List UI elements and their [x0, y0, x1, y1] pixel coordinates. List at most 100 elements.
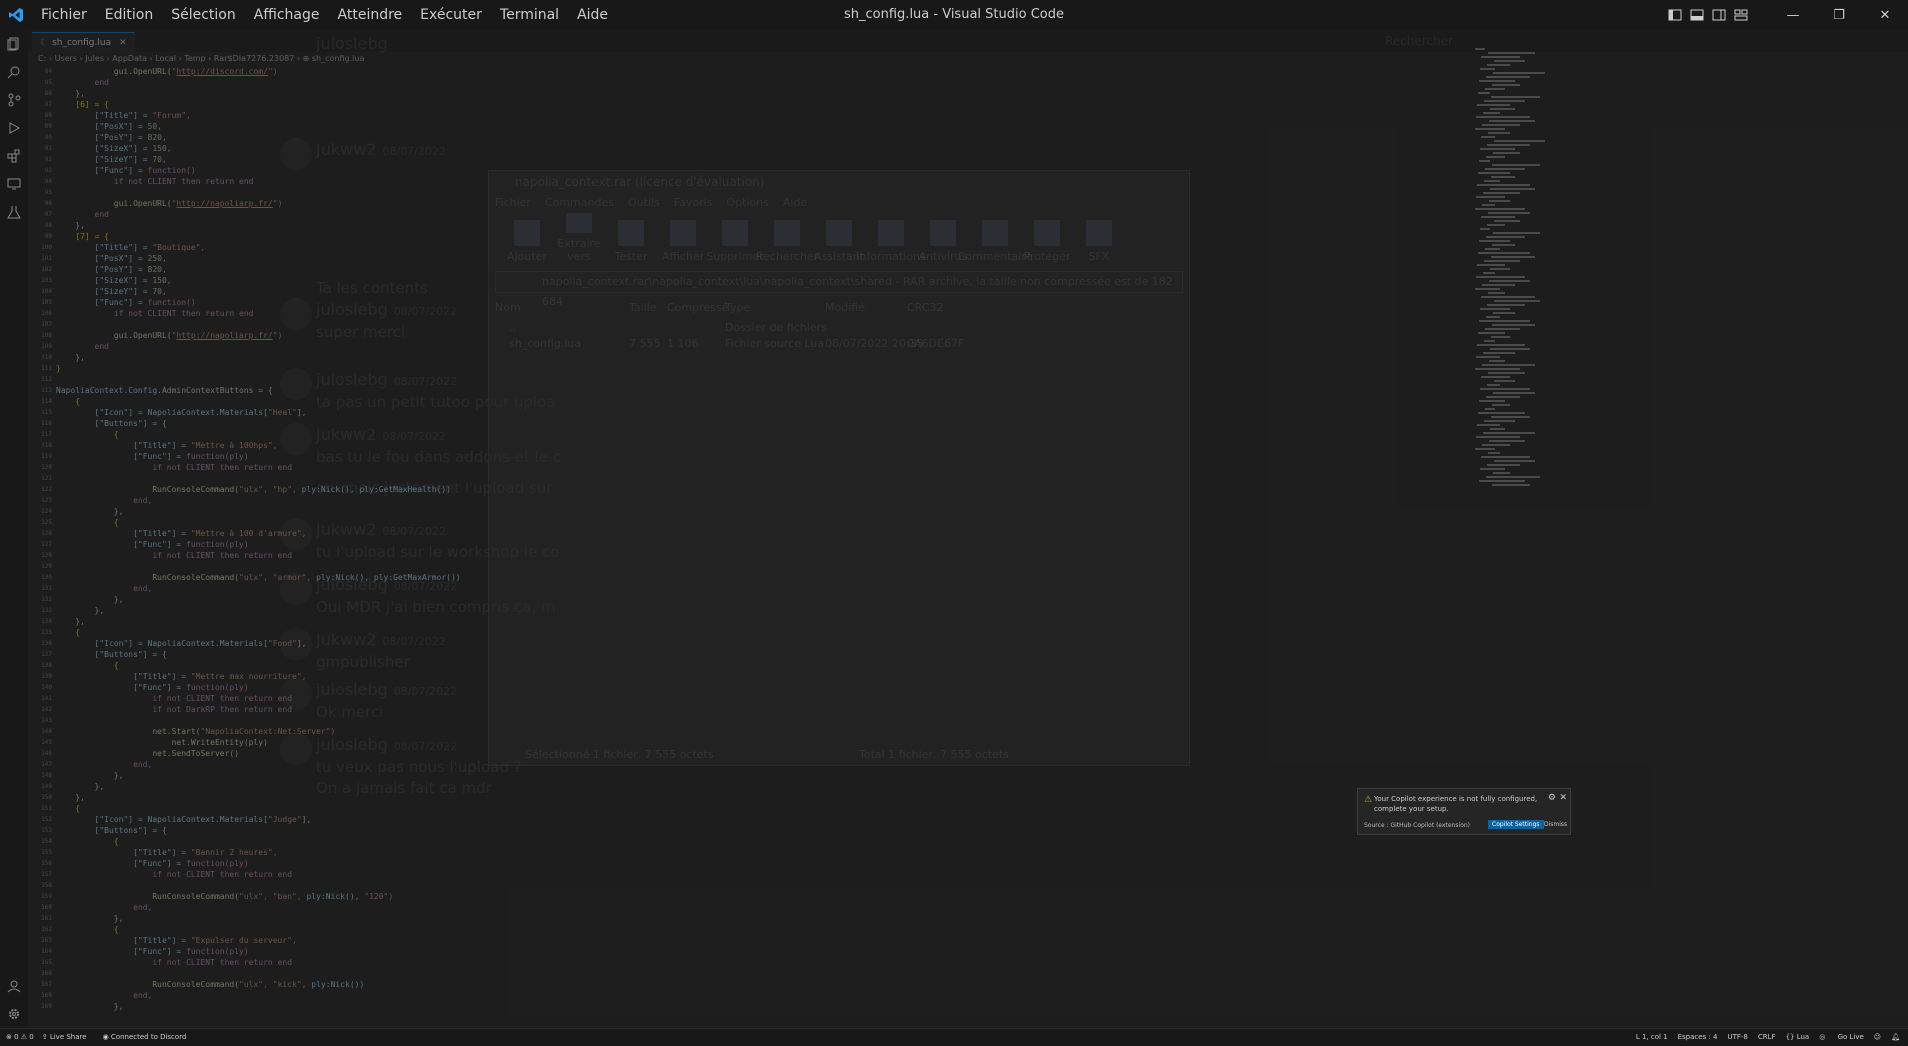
code-line[interactable]: { [56, 660, 461, 671]
code-line[interactable]: end, [56, 990, 461, 1001]
customize-layout-icon[interactable] [1730, 0, 1752, 30]
code-line[interactable]: ["Func"] = function() [56, 297, 461, 308]
code-line[interactable]: ["PosY"] = 820, [56, 132, 461, 143]
code-line[interactable] [56, 715, 461, 726]
code-line[interactable]: if not CLIENT then return end [56, 462, 461, 473]
code-line[interactable]: }, [56, 220, 461, 231]
menu-item-7[interactable]: Aide [568, 0, 617, 30]
code-line[interactable]: }, [56, 913, 461, 924]
code-line[interactable]: RunConsoleCommand("ulx", "armor", ply:Ni… [56, 572, 460, 583]
code-line[interactable]: net.Start("NapoliaContext:Net:Server") [56, 726, 461, 737]
code-line[interactable]: }, [56, 792, 461, 803]
code-line[interactable]: }, [56, 88, 461, 99]
code-line[interactable]: [6] = { [56, 99, 461, 110]
code-line[interactable]: ["SizeY"] = 70, [56, 286, 461, 297]
code-line[interactable]: RunConsoleCommand("ulx", "kick", ply:Nic… [56, 979, 461, 990]
code-line[interactable]: ["SizeX"] = 150, [56, 275, 461, 286]
code-line[interactable]: }, [56, 352, 461, 363]
code-line[interactable]: RunConsoleCommand("ulx", "ban", ply:Nick… [56, 891, 461, 902]
code-line[interactable]: if not CLIENT then return end [56, 550, 461, 561]
code-line[interactable]: ["Func"] = function(ply) [56, 539, 461, 550]
copilot-status-icon[interactable]: ☺ [1874, 1033, 1881, 1041]
code-line[interactable]: net.SendToServer() [56, 748, 461, 759]
dismiss-button[interactable]: Dismiss [1540, 820, 1571, 829]
code-line[interactable]: ["Title"] = "Forum", [56, 110, 461, 121]
toggle-primary-sidebar-icon[interactable] [1664, 0, 1686, 30]
code-line[interactable]: net.WriteEntity(ply) [56, 737, 461, 748]
code-line[interactable]: end, [56, 902, 461, 913]
code-line[interactable]: ["PosX"] = 250, [56, 253, 461, 264]
minimize-icon[interactable]: — [1770, 0, 1816, 30]
code-line[interactable] [56, 319, 461, 330]
menu-item-4[interactable]: Atteindre [329, 0, 412, 30]
code-line[interactable]: ["Title"] = "Mettre à 100 d'armure", [56, 528, 461, 539]
code-line[interactable]: ["Title"] = "Bannir 2 heures", [56, 847, 461, 858]
source-control-icon[interactable] [0, 86, 28, 114]
code-line[interactable]: ["Icon"] = NapoliaContext.Materials["Hea… [56, 407, 461, 418]
code-line[interactable]: { [56, 924, 461, 935]
close-icon[interactable]: ✕ [1862, 0, 1908, 30]
code-line[interactable]: [7] = { [56, 231, 461, 242]
code-line[interactable]: }, [56, 616, 461, 627]
code-line[interactable]: { [56, 836, 461, 847]
discord-status[interactable]: ◉ Connected to Discord [103, 1033, 195, 1041]
live-share-status[interactable]: ⇪ Live Share [42, 1033, 95, 1041]
code-line[interactable]: end, [56, 583, 461, 594]
code-line[interactable]: { [56, 429, 461, 440]
code-line[interactable]: end, [56, 495, 461, 506]
code-line[interactable]: }, [56, 781, 461, 792]
explorer-icon[interactable] [0, 30, 28, 58]
problems-status[interactable]: ⊗ 0 ⚠ 0 [6, 1033, 34, 1041]
code-line[interactable]: { [56, 627, 461, 638]
remote-explorer-icon[interactable] [0, 170, 28, 198]
code-line[interactable]: ["Buttons"] = { [56, 825, 461, 836]
indentation[interactable]: Espaces : 4 [1678, 1033, 1718, 1041]
end-of-line[interactable]: CRLF [1758, 1033, 1776, 1041]
menu-item-6[interactable]: Terminal [491, 0, 568, 30]
testing-icon[interactable] [0, 198, 28, 226]
cursor-position[interactable]: L 1, col 1 [1636, 1033, 1668, 1041]
code-line[interactable]: { [56, 803, 461, 814]
notification-close-icon[interactable]: ✕ [1559, 793, 1567, 803]
language-mode[interactable]: {} Lua [1786, 1033, 1810, 1041]
menu-item-5[interactable]: Exécuter [411, 0, 491, 30]
restore-icon[interactable]: ❐ [1816, 0, 1862, 30]
code-line[interactable]: } [56, 363, 461, 374]
code-line[interactable]: ["PosY"] = 820, [56, 264, 461, 275]
code-line[interactable]: ["Icon"] = NapoliaContext.Materials["Jud… [56, 814, 461, 825]
tab-sh-config[interactable]: ☾ sh_config.lua ✕ [32, 32, 135, 53]
code-line[interactable]: ["Icon"] = NapoliaContext.Materials["Foo… [56, 638, 461, 649]
code-line[interactable] [56, 374, 461, 385]
code-editor[interactable]: 84 85 86 87 88 89 90 91 92 93 94 95 96 97 98 99 100 101 10… [28, 66, 1518, 1028]
toggle-panel-icon[interactable] [1686, 0, 1708, 30]
code-line[interactable]: ["Func"] = function(ply) [56, 946, 461, 957]
code-line[interactable]: }, [56, 605, 461, 616]
code-line[interactable] [56, 968, 461, 979]
code-line[interactable]: ["Buttons"] = { [56, 418, 461, 429]
code-line[interactable]: end [56, 341, 461, 352]
encoding[interactable]: UTF-8 [1727, 1033, 1747, 1041]
code-line[interactable] [56, 880, 461, 891]
code-line[interactable]: ["Func"] = function(ply) [56, 858, 461, 869]
code-line[interactable]: ["Title"] = "Expulser du serveur", [56, 935, 461, 946]
code-line[interactable] [56, 187, 461, 198]
manage-gear-icon[interactable] [0, 1000, 28, 1028]
toggle-secondary-sidebar-icon[interactable] [1708, 0, 1730, 30]
code-line[interactable]: end [56, 77, 461, 88]
code-line[interactable] [56, 561, 461, 572]
code-line[interactable]: ["Title"] = "Boutique", [56, 242, 461, 253]
code-line[interactable]: if not DarkRP then return end [56, 704, 461, 715]
run-debug-icon[interactable] [0, 114, 28, 142]
code-line[interactable]: ["SizeY"] = 70, [56, 154, 461, 165]
search-icon[interactable] [0, 58, 28, 86]
code-line[interactable]: ["Func"] = function(ply) [56, 451, 461, 462]
code-content[interactable]: gui.OpenURL("http://discord.com/") end }… [56, 66, 461, 1012]
code-line[interactable]: if not CLIENT then return end [56, 693, 461, 704]
extensions-icon[interactable] [0, 142, 28, 170]
code-line[interactable]: if not CLIENT then return end [56, 176, 461, 187]
code-line[interactable]: }, [56, 770, 461, 781]
menu-item-0[interactable]: Fichier [32, 0, 96, 30]
notification-gear-icon[interactable]: ⚙ [1548, 793, 1556, 803]
code-line[interactable] [56, 473, 461, 484]
vscode-logo-icon[interactable] [0, 0, 32, 30]
